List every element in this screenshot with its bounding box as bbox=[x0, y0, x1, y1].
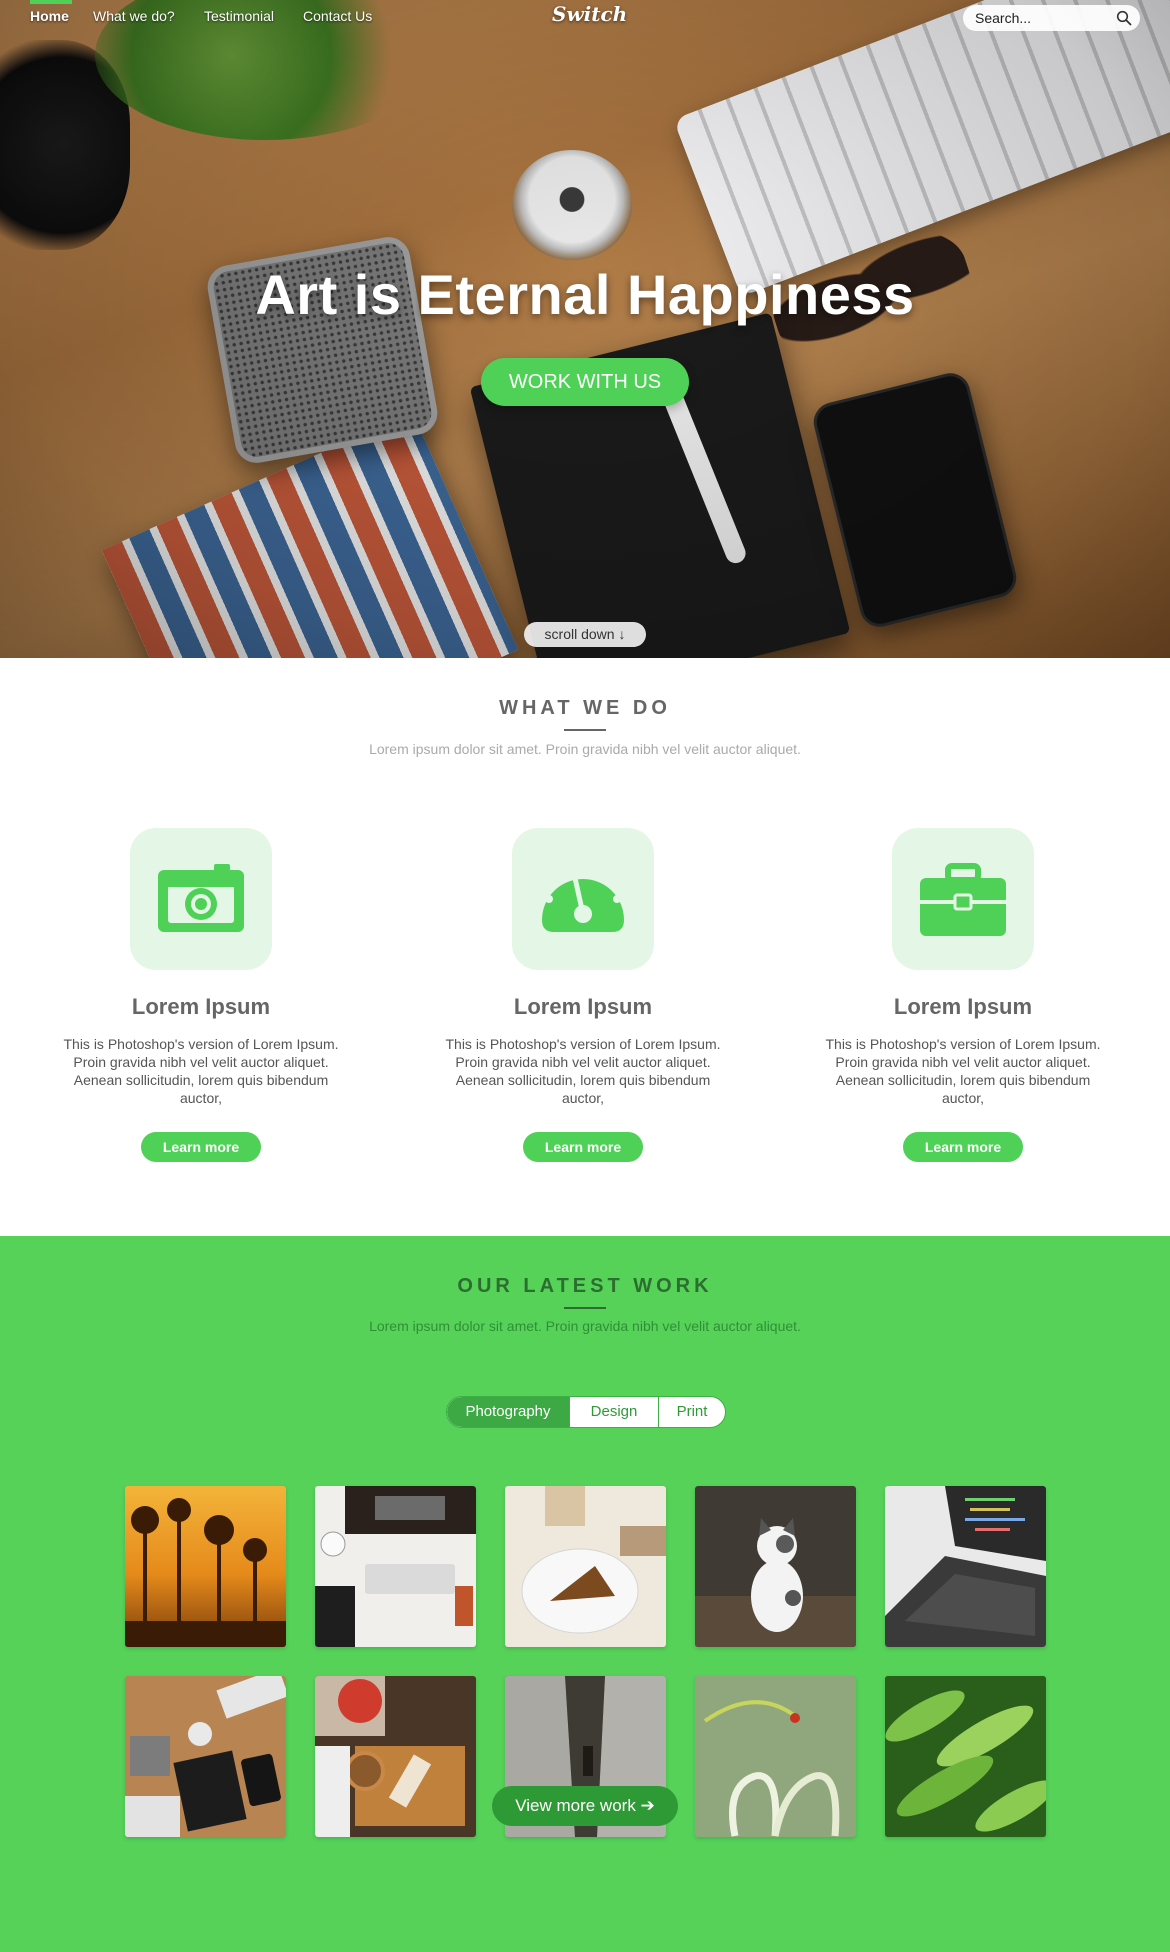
work-filter-tabs: Photography Design Print bbox=[446, 1396, 726, 1428]
latest-work-title: OUR LATEST WORK bbox=[457, 1275, 713, 1297]
nav-item-what-we-do[interactable]: What we do? bbox=[93, 8, 175, 24]
work-thumbnail-green-pods[interactable] bbox=[885, 1676, 1046, 1837]
what-we-do-title: WHAT WE DO bbox=[499, 697, 671, 719]
hero-overlay bbox=[0, 0, 1170, 658]
workspace-image bbox=[315, 1486, 476, 1647]
nav-item-testimonial[interactable]: Testimonial bbox=[204, 8, 274, 24]
feature-title: Lorem Ipsum bbox=[131, 994, 271, 1019]
tab-design[interactable]: Design bbox=[570, 1397, 658, 1427]
search-input[interactable] bbox=[975, 9, 1105, 27]
cake-image bbox=[521, 1486, 666, 1634]
desk-overhead-image bbox=[125, 1676, 286, 1837]
work-thumbnail-cooking-table[interactable] bbox=[315, 1676, 476, 1837]
learn-more-button[interactable]: Learn more bbox=[141, 1132, 261, 1162]
feature-icon-box bbox=[130, 828, 272, 970]
scroll-down-button[interactable]: scroll down ↓ bbox=[524, 622, 646, 647]
learn-more-button[interactable]: Learn more bbox=[523, 1132, 643, 1162]
search-icon[interactable] bbox=[1116, 10, 1132, 26]
trees-silhouette-image bbox=[125, 1498, 286, 1647]
latest-work-divider bbox=[564, 1307, 606, 1309]
work-with-us-button[interactable]: WORK WITH US bbox=[481, 358, 689, 406]
what-we-do-divider bbox=[564, 729, 606, 731]
nav-item-home[interactable]: Home bbox=[30, 8, 69, 24]
feature-title: Lorem Ipsum bbox=[513, 994, 653, 1019]
feature-title: Lorem Ipsum bbox=[893, 994, 1033, 1019]
work-thumbnail-ladybug-plant[interactable] bbox=[695, 1676, 856, 1837]
work-thumbnail-desk-workspace[interactable] bbox=[315, 1486, 476, 1647]
tab-photography[interactable]: Photography bbox=[447, 1397, 569, 1427]
feature-icon-box bbox=[892, 828, 1034, 970]
top-nav: Home What we do? Testimonial Contact Us … bbox=[0, 0, 1170, 34]
what-we-do-subtitle: Lorem ipsum dolor sit amet. Proin gravid… bbox=[369, 741, 801, 757]
work-thumbnail-desk-overhead[interactable] bbox=[125, 1676, 286, 1837]
briefcase-icon bbox=[920, 863, 1006, 936]
hero-title: Art is Eternal Happiness bbox=[255, 263, 915, 326]
green-pods-image bbox=[885, 1676, 1046, 1837]
tab-print[interactable]: Print bbox=[659, 1397, 725, 1427]
nav-item-contact-us[interactable]: Contact Us bbox=[303, 8, 372, 24]
kitten-image bbox=[695, 1518, 856, 1647]
view-more-work-button[interactable]: View more work ➔ bbox=[492, 1786, 678, 1826]
nav-active-indicator bbox=[30, 0, 72, 4]
hero-section: Home What we do? Testimonial Contact Us … bbox=[0, 0, 1170, 658]
latest-work-subtitle: Lorem ipsum dolor sit amet. Proin gravid… bbox=[369, 1318, 801, 1334]
feature-description: This is Photoshop's version of Lorem Ips… bbox=[445, 1036, 721, 1106]
laptop-image bbox=[885, 1486, 1046, 1647]
speedometer-icon bbox=[542, 860, 624, 932]
latest-work-section: OUR LATEST WORK Lorem ipsum dolor sit am… bbox=[0, 1236, 1170, 1952]
learn-more-button[interactable]: Learn more bbox=[903, 1132, 1023, 1162]
ladybug-image bbox=[695, 1676, 856, 1837]
feature-icon-box bbox=[512, 828, 654, 970]
work-thumbnail-sunset-trees[interactable] bbox=[125, 1486, 286, 1647]
work-thumbnail-kitten[interactable] bbox=[695, 1486, 856, 1647]
search-box bbox=[963, 5, 1140, 31]
cooking-image bbox=[315, 1676, 465, 1837]
camera-icon bbox=[158, 864, 244, 932]
work-thumbnail-cake-coffee[interactable] bbox=[505, 1486, 666, 1647]
work-thumbnail-laptop-code[interactable] bbox=[885, 1486, 1046, 1647]
site-logo[interactable]: Switch bbox=[552, 2, 627, 26]
feature-description: This is Photoshop's version of Lorem Ips… bbox=[825, 1036, 1101, 1106]
feature-description: This is Photoshop's version of Lorem Ips… bbox=[63, 1036, 339, 1106]
